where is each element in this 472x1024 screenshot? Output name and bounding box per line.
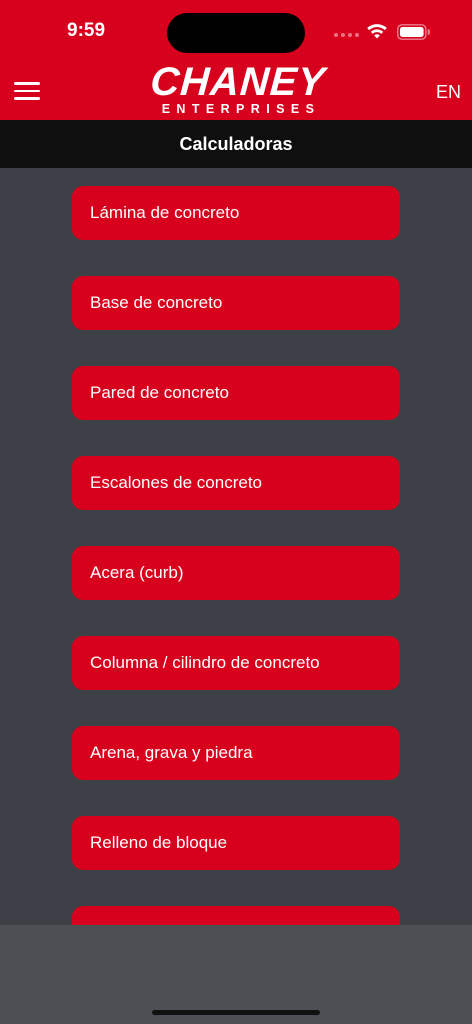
- calculator-item-acera[interactable]: Acera (curb): [72, 546, 400, 600]
- language-toggle[interactable]: EN: [436, 82, 461, 103]
- calculator-list[interactable]: Lámina de concreto Base de concreto Pare…: [0, 168, 472, 925]
- calculator-item-partial[interactable]: [72, 906, 400, 925]
- bottom-bar: [0, 925, 472, 1024]
- calculator-item-arena[interactable]: Arena, grava y piedra: [72, 726, 400, 780]
- calculator-item-relleno[interactable]: Relleno de bloque: [72, 816, 400, 870]
- dynamic-island: [167, 13, 305, 53]
- home-indicator[interactable]: [152, 1010, 320, 1015]
- page-title: Calculadoras: [0, 120, 472, 168]
- logo-sub-text: ENTERPRISES: [161, 102, 321, 116]
- hamburger-menu-icon[interactable]: [14, 82, 41, 100]
- calculator-item-pared[interactable]: Pared de concreto: [72, 366, 400, 420]
- wifi-icon: [367, 24, 387, 39]
- calculator-item-lamina[interactable]: Lámina de concreto: [72, 186, 400, 240]
- cellular-signal-icon: [334, 33, 359, 37]
- status-time: 9:59: [67, 20, 106, 41]
- app-header: 9:59 CHANEY ENTERPRISES EN: [0, 0, 472, 120]
- calculator-item-columna[interactable]: Columna / cilindro de concreto: [72, 636, 400, 690]
- calculator-item-escalones[interactable]: Escalones de concreto: [72, 456, 400, 510]
- chaney-logo: CHANEY ENTERPRISES: [140, 60, 336, 118]
- logo-main-text: CHANEY: [149, 60, 327, 104]
- calculator-item-base[interactable]: Base de concreto: [72, 276, 400, 330]
- battery-icon: [397, 24, 430, 40]
